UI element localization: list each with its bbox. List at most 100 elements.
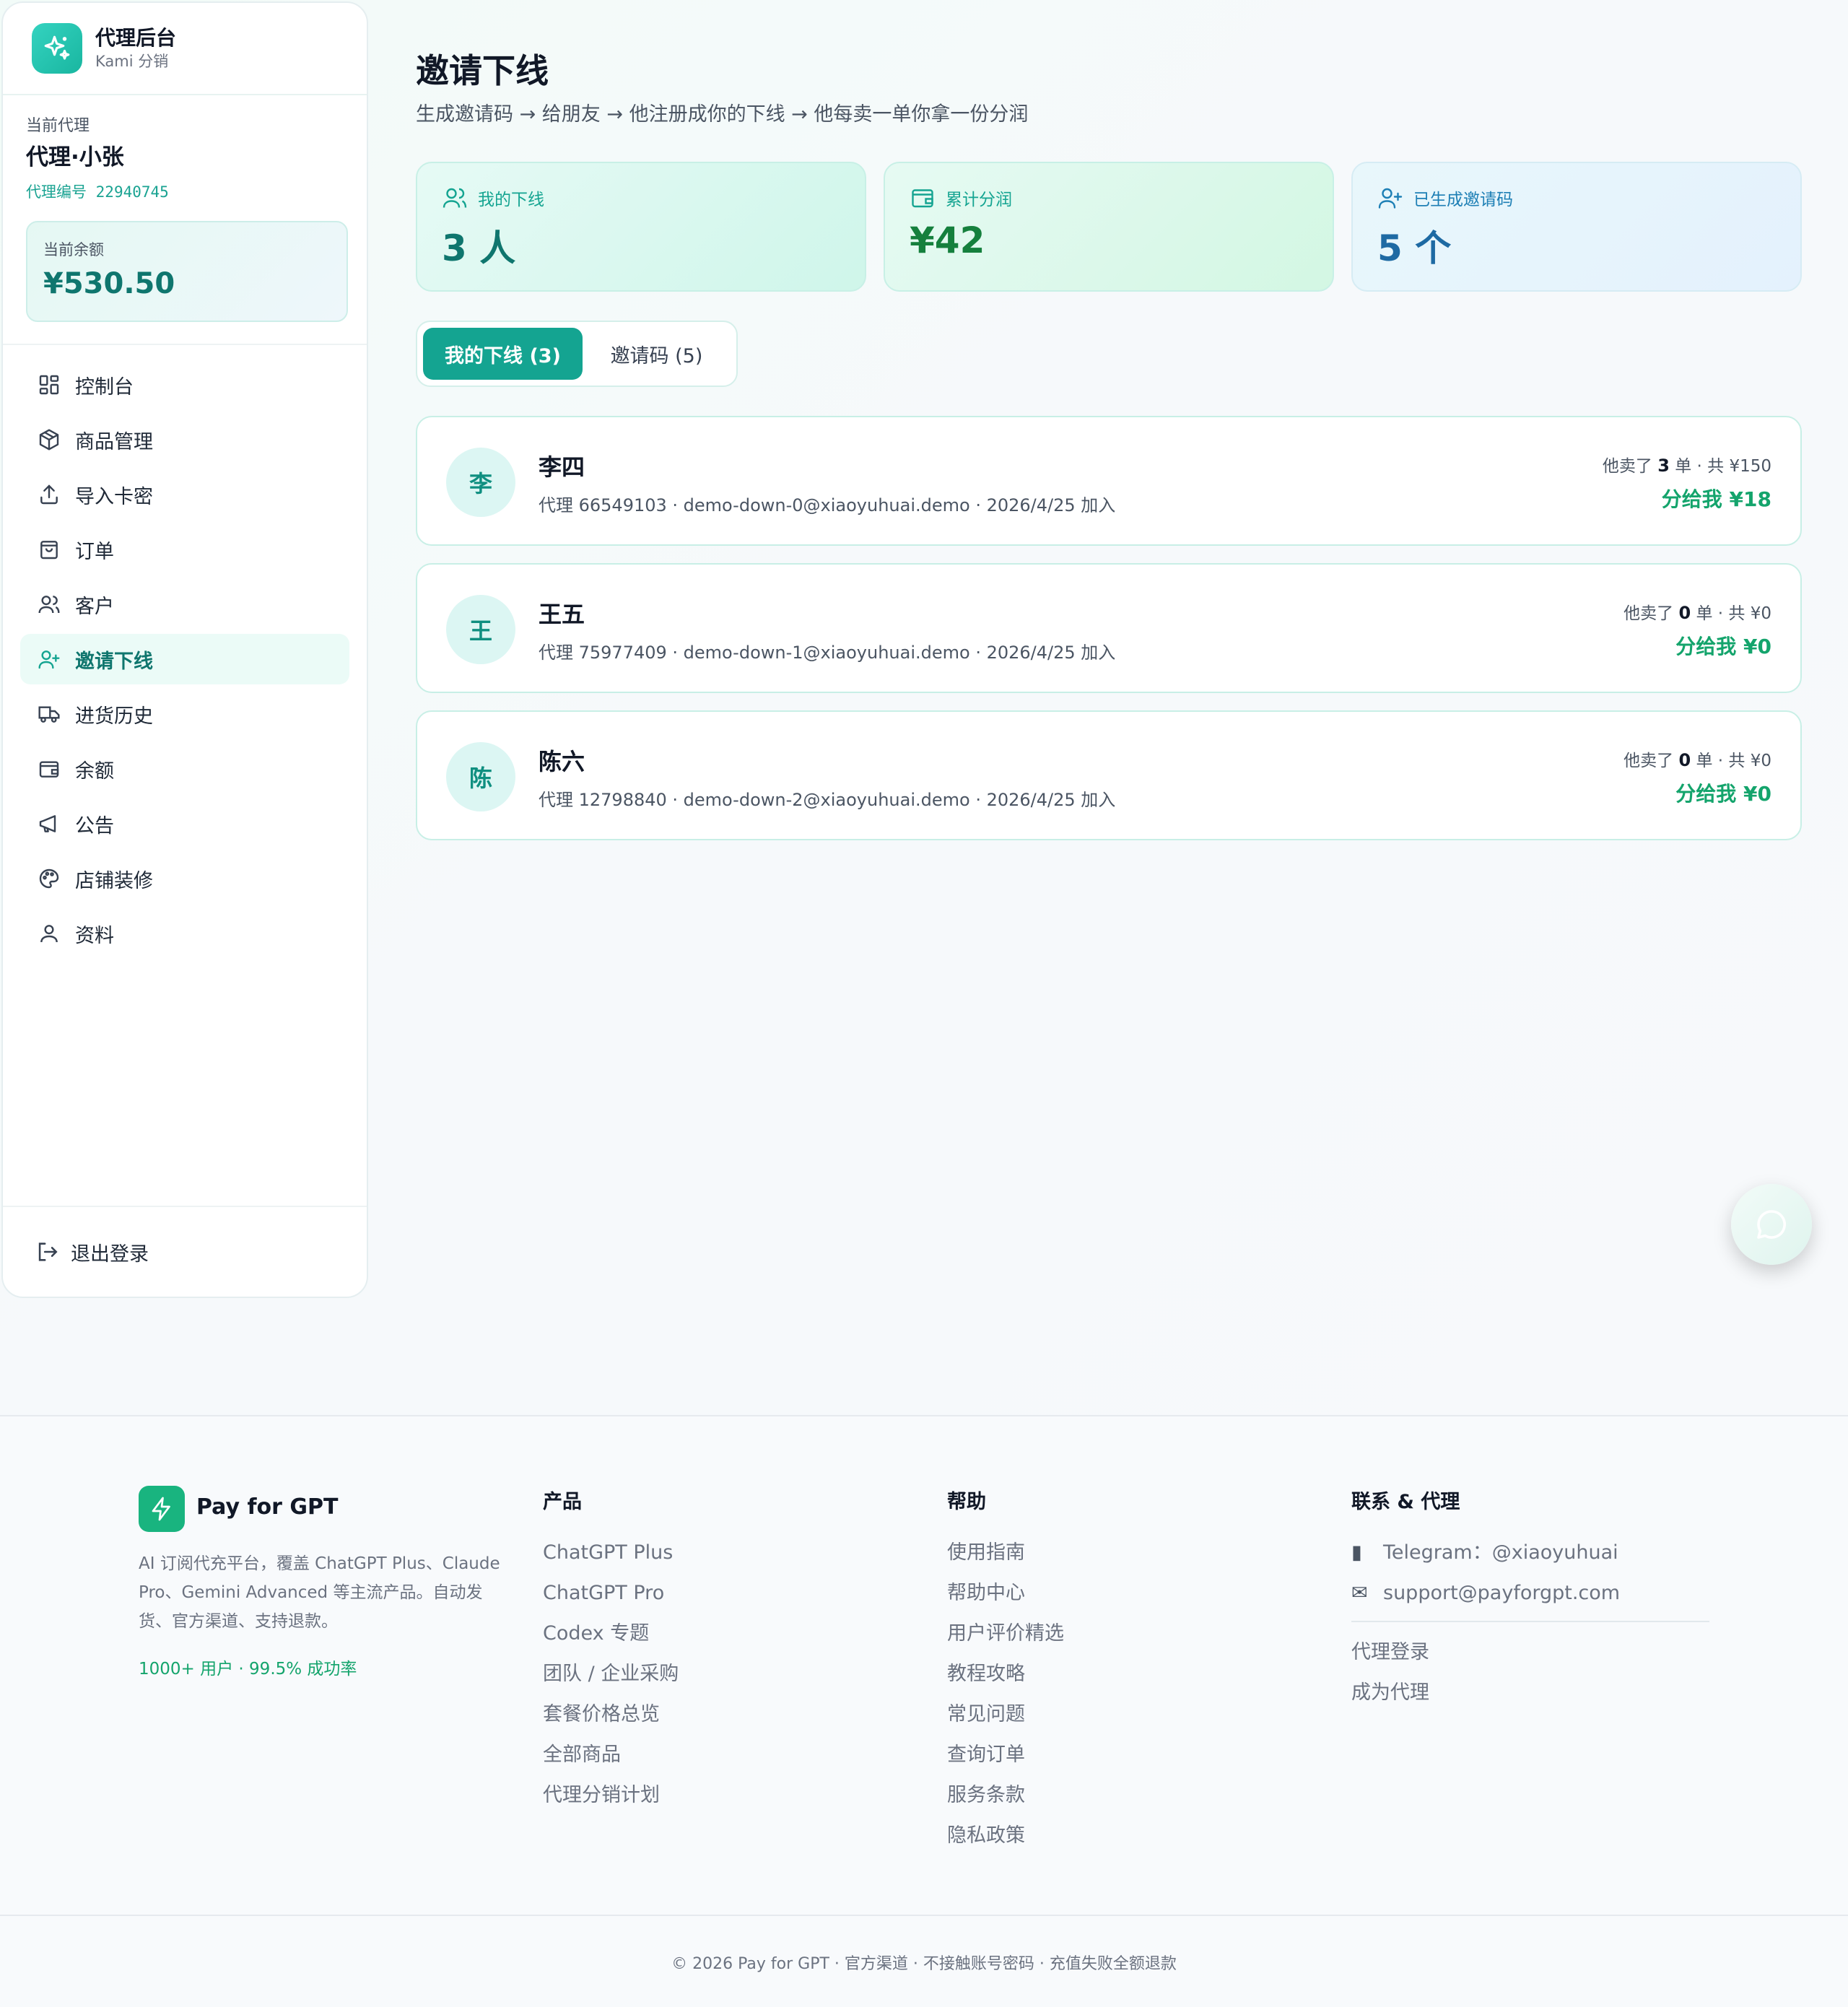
sidebar-item-profile[interactable]: 资料 — [20, 908, 349, 959]
logout-label: 退出登录 — [71, 1242, 149, 1266]
brand: 代理后台 Kami 分销 — [3, 3, 367, 95]
sold-prefix: 他卖了 — [1602, 457, 1658, 476]
downline-name: 王五 — [539, 601, 585, 628]
footer-contact-title: 联系 & 代理 — [1351, 1491, 1460, 1513]
footer-products: 产品 ChatGPT Plus ChatGPT Pro Codex 专题 团队 … — [543, 1486, 679, 1816]
downline-meta: 代理 75977409 · demo-down-1@xiaoyuhuai.dem… — [539, 643, 1116, 663]
box-icon — [39, 429, 59, 450]
footer-link[interactable]: Codex 专题 — [543, 1614, 679, 1654]
footer-link[interactable]: 套餐价格总览 — [543, 1694, 679, 1735]
stat-value: 5 个 — [1377, 227, 1452, 269]
sold-summary: 他卖了 3 单 · 共 ¥150 — [1603, 452, 1771, 476]
sidebar-item-label: 余额 — [75, 759, 114, 783]
agent-name: 代理·小张 — [26, 144, 124, 170]
users-icon — [38, 596, 60, 614]
footer-contact: 联系 & 代理 ▮ Telegram：@xiaoyuhuai ✉ support@p… — [1351, 1486, 1709, 1713]
sidebar-item-label: 公告 — [75, 814, 114, 837]
footer-link[interactable]: 用户评价精选 — [947, 1614, 1064, 1654]
footer-link[interactable]: 帮助中心 — [947, 1573, 1064, 1614]
footer-link[interactable]: 团队 / 企业采购 — [543, 1654, 679, 1694]
sidebar-item-purchase-history[interactable]: 进货历史 — [20, 689, 349, 739]
stat-card-commission: 累计分润 ¥42 — [884, 162, 1334, 292]
avatar: 王 — [446, 595, 515, 664]
sidebar-item-label: 资料 — [75, 924, 114, 947]
copyright: © 2026 Pay for GPT · 官方渠道 · 不接触账号密码 · 充值… — [0, 1915, 1848, 2007]
stat-value: 3 人 — [442, 227, 516, 269]
phone-icon: ▮ — [1351, 1541, 1362, 1564]
stat-card-downlines: 我的下线 3 人 — [416, 162, 866, 292]
footer-link[interactable]: 常见问题 — [947, 1694, 1064, 1735]
user-icon — [40, 925, 58, 943]
agent-code-value: 22940745 — [95, 183, 169, 201]
footer-link[interactable]: ChatGPT Plus — [543, 1533, 679, 1573]
sidebar-nav: 控制台 商品管理 导入卡密 订单 客户 邀请下线 进货历史 余额 公告 店铺装修… — [3, 345, 367, 959]
footer-stats: 1000+ 用户 · 99.5% 成功率 — [139, 1660, 357, 1679]
footer-link[interactable]: 使用指南 — [947, 1533, 1064, 1573]
sidebar-item-label: 控制台 — [75, 375, 134, 399]
footer-link[interactable]: 隐私政策 — [947, 1816, 1064, 1856]
sidebar-item-orders[interactable]: 订单 — [20, 524, 349, 575]
sidebar-item-store-design[interactable]: 店铺装修 — [20, 853, 349, 904]
tab-invite-codes[interactable]: 邀请码 (5) — [583, 328, 731, 380]
balance-card: 当前余额 ¥530.50 — [26, 221, 348, 322]
user-plus-icon — [1378, 188, 1403, 209]
balance-label: 当前余额 — [43, 241, 104, 258]
email-text: support@payforgpt.com — [1383, 1582, 1621, 1604]
chat-button[interactable] — [1731, 1184, 1812, 1265]
telegram-text: Telegram：@xiaoyuhuai — [1383, 1541, 1618, 1564]
footer-description: AI 订阅代充平台，覆盖 ChatGPT Plus、Claude Pro、Gem… — [139, 1554, 500, 1631]
sidebar-item-announcements[interactable]: 公告 — [20, 798, 349, 849]
footer-help-title: 帮助 — [947, 1491, 986, 1513]
footer-link[interactable]: 代理登录 — [1351, 1632, 1709, 1673]
user-plus-icon — [38, 650, 60, 669]
footer-link[interactable]: 代理分销计划 — [543, 1775, 679, 1816]
megaphone-icon — [39, 815, 56, 832]
sold-summary: 他卖了 0 单 · 共 ¥0 — [1623, 599, 1771, 624]
chat-bubble-icon — [1757, 1210, 1786, 1239]
footer-link[interactable]: 查询订单 — [947, 1735, 1064, 1775]
sold-suffix: 单 · 共 ¥0 — [1691, 604, 1771, 623]
agent-info: 当前代理 代理·小张 代理编号 22940745 当前余额 ¥530.50 — [3, 95, 367, 345]
sidebar-item-label: 店铺装修 — [75, 869, 153, 892]
stat-card-invite-codes: 已生成邀请码 5 个 — [1351, 162, 1802, 292]
sidebar-item-customers[interactable]: 客户 — [20, 579, 349, 630]
footer-help: 帮助 使用指南 帮助中心 用户评价精选 教程攻略 常见问题 查询订单 服务条款 … — [947, 1486, 1064, 1856]
stat-value: ¥42 — [910, 219, 985, 261]
telegram-link[interactable]: ▮ Telegram：@xiaoyuhuai — [1351, 1533, 1709, 1573]
sold-prefix: 他卖了 — [1623, 604, 1679, 623]
avatar: 李 — [446, 448, 515, 517]
sidebar-item-label: 邀请下线 — [75, 650, 153, 673]
brand-title: 代理后台 — [95, 26, 177, 50]
tab-my-downlines[interactable]: 我的下线 (3) — [423, 328, 583, 380]
logout-button[interactable]: 退出登录 — [3, 1206, 367, 1297]
footer-brand: Pay for GPT — [196, 1494, 339, 1520]
avatar: 陈 — [446, 742, 515, 811]
footer: Pay for GPT AI 订阅代充平台，覆盖 ChatGPT Plus、Cl… — [0, 1415, 1848, 2007]
footer-link[interactable]: ChatGPT Pro — [543, 1573, 679, 1614]
footer-link[interactable]: 服务条款 — [947, 1775, 1064, 1816]
lightning-icon — [139, 1486, 185, 1532]
footer-link[interactable]: 成为代理 — [1351, 1673, 1709, 1713]
balance-value: ¥530.50 — [43, 267, 175, 300]
sidebar-item-products[interactable]: 商品管理 — [20, 414, 349, 465]
share-amount: 分给我 ¥0 — [1675, 782, 1771, 806]
list-item[interactable]: 王 王五 代理 75977409 · demo-down-1@xiaoyuhua… — [416, 563, 1802, 693]
email-link[interactable]: ✉ support@payforgpt.com — [1351, 1573, 1709, 1614]
palette-icon — [39, 868, 59, 889]
page-subtitle: 生成邀请码 → 给朋友 → 他注册成你的下线 → 他每卖一单你拿一份分润 — [416, 103, 1029, 126]
footer-products-title: 产品 — [543, 1491, 582, 1513]
footer-link[interactable]: 教程攻略 — [947, 1654, 1064, 1694]
footer-link[interactable]: 全部商品 — [543, 1735, 679, 1775]
sidebar-item-invite[interactable]: 邀请下线 — [20, 634, 349, 684]
agent-code: 代理编号 22940745 — [26, 180, 344, 202]
share-amount: 分给我 ¥18 — [1661, 487, 1771, 511]
grid-icon — [39, 375, 59, 395]
sidebar-item-import[interactable]: 导入卡密 — [20, 469, 349, 520]
sidebar-item-balance[interactable]: 余额 — [20, 744, 349, 794]
sidebar-item-dashboard[interactable]: 控制台 — [20, 360, 349, 410]
truck-icon — [38, 706, 60, 723]
list-item[interactable]: 李 李四 代理 66549103 · demo-down-0@xiaoyuhua… — [416, 416, 1802, 546]
list-item[interactable]: 陈 陈六 代理 12798840 · demo-down-2@xiaoyuhua… — [416, 710, 1802, 840]
users-icon — [443, 188, 467, 208]
sold-suffix: 单 · 共 ¥150 — [1669, 457, 1771, 476]
